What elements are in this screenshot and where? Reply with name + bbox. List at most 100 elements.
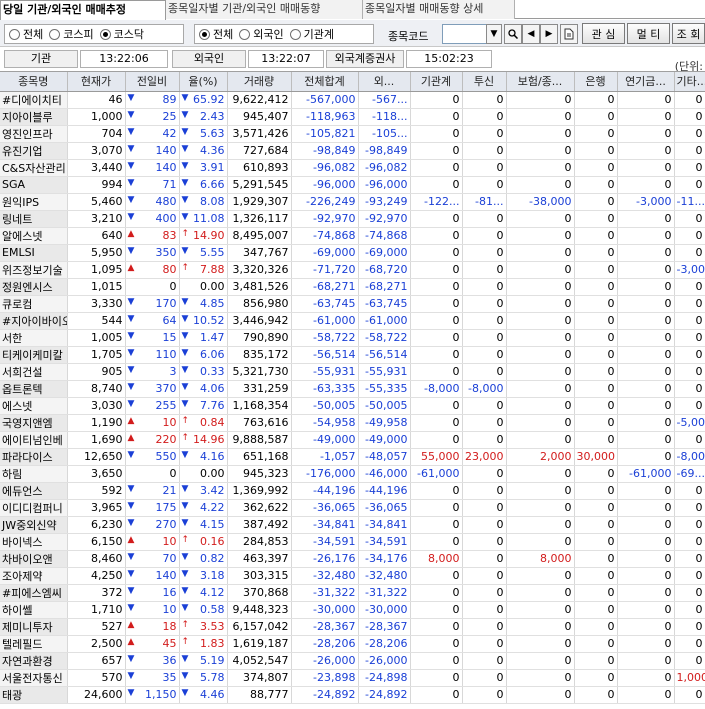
cell-stock-name: 서희건설 — [0, 363, 68, 381]
table-row[interactable]: 자연과환경 657 ▼ 36 ▼ 5.19 4,052,547 -26,000 -26,000 0… — [0, 652, 705, 670]
header-col-price[interactable]: 현재가 — [67, 72, 126, 92]
watchlist-button[interactable]: 관 심 — [582, 23, 625, 44]
investor-option-all[interactable]: 전체 — [199, 26, 233, 42]
change-value: 550 — [155, 450, 177, 463]
table-row[interactable]: 원익IPS 5,460 ▼ 480 ▼ 8.08 1,929,307 -226,249 -93,… — [0, 193, 705, 211]
table-row[interactable]: 서희건설 905 ▼ 3 ▼ 0.33 5,321,730 -55,931 -55,931 0 0 0… — [0, 363, 705, 381]
table-row[interactable]: 에듀언스 592 ▼ 21 ▼ 3.42 1,369,992 -44,196 -44,196 0 0… — [0, 482, 705, 500]
table-row[interactable]: 위즈정보기술 1,095 ▲ 80 ↑ 7.88 3,320,326 -71,720 -68,7… — [0, 261, 705, 279]
table-row[interactable]: 서한 1,005 ▼ 15 ▼ 1.47 790,890 -58,722 -58,722 0 0 0 0… — [0, 329, 705, 347]
header-col-institution[interactable]: 기관계 — [410, 72, 463, 92]
cell-total: -30,000 — [291, 601, 359, 619]
table-row[interactable]: 서울전자통신 570 ▼ 35 ▼ 5.78 374,807 -23,898 -24,898 0 0… — [0, 669, 705, 687]
down-arrow-icon: ▼ — [181, 314, 189, 324]
table-row[interactable]: 유진기업 3,070 ▼ 140 ▼ 4.36 727,684 -98,849 -98,849 0… — [0, 142, 705, 160]
rate-value: 0.33 — [200, 365, 225, 378]
change-value: 15 — [162, 331, 177, 344]
table-row[interactable]: 제미니투자 527 ▲ 18 ↑ 3.53 6,157,042 -28,367 -28,367 0… — [0, 618, 705, 636]
next-arrow-icon[interactable]: ▶ — [540, 24, 558, 44]
up-arrow-icon: ▲ — [127, 416, 135, 426]
cell-total: -28,367 — [291, 618, 359, 636]
cell-foreign: -28,367 — [358, 618, 411, 636]
header-col-name[interactable]: 종목명 — [0, 72, 68, 92]
table-row[interactable]: 정원엔시스 1,015 0 0.00 3,481,526 -68,271 -68,271 0 0… — [0, 278, 705, 296]
change-value: 70 — [162, 552, 177, 565]
table-row[interactable]: 바이넥스 6,150 ▲ 10 ↑ 0.16 284,853 -34,591 -34,591 0 0… — [0, 533, 705, 551]
table-row[interactable]: EMLSI 5,950 ▼ 350 ▼ 5.55 347,767 -69,000 -69,000… — [0, 244, 705, 262]
cell-pension: 0 — [617, 380, 675, 398]
table-row[interactable]: 링네트 3,210 ▼ 400 ▼ 11.08 1,326,117 -92,970 -92,97… — [0, 210, 705, 228]
cell-price: 3,330 — [67, 295, 126, 313]
cell-stock-name: 정원엔시스 — [0, 278, 68, 296]
dropdown-arrow-icon[interactable]: ▼ — [486, 24, 502, 44]
cell-trust: 0 — [462, 312, 507, 330]
tab-daily-trend[interactable]: 종목일자별 기관/외국인 매매동향 — [166, 0, 363, 19]
table-row[interactable]: 하림 3,650 0 0.00 945,323 -176,000 -46,000 -61,00… — [0, 465, 705, 483]
investor-option-foreign[interactable]: 외국인 — [239, 26, 284, 42]
header-col-etc[interactable]: 기타... — [674, 72, 705, 92]
header-col-rate[interactable]: 율(%) — [179, 72, 228, 92]
up-arrow-icon: ▲ — [127, 433, 135, 443]
change-value: 220 — [155, 433, 177, 446]
cell-pension: 0 — [617, 669, 675, 687]
table-row[interactable]: #피에스엠씨 372 ▼ 16 ▼ 4.12 370,868 -31,322 -31,322 0 0… — [0, 584, 705, 602]
table-row[interactable]: 국영지앤엠 1,190 ▲ 10 ↑ 0.84 763,616 -54,958 -49,958 0… — [0, 414, 705, 432]
up-arrow-icon: ↑ — [181, 229, 190, 239]
table-row[interactable]: 티케이케미칼 1,705 ▼ 110 ▼ 6.06 835,172 -56,514 -56,51… — [0, 346, 705, 364]
cell-bank: 0 — [574, 601, 618, 619]
cell-change: ▼ 89 — [125, 91, 180, 109]
cell-stock-name: 에이티넘인베 — [0, 431, 68, 449]
table-row[interactable]: SGA 994 ▼ 71 ▼ 6.66 5,291,545 -96,000 -96,000 0 0 0… — [0, 176, 705, 194]
cell-trust: 0 — [462, 669, 507, 687]
header-col-insurance[interactable]: 보험/종... — [506, 72, 575, 92]
cell-trust: 0 — [462, 278, 507, 296]
table-row[interactable]: JW중외신약 6,230 ▼ 270 ▼ 4.15 387,492 -34,841 -34,84… — [0, 516, 705, 534]
table-row[interactable]: 알에스넷 640 ▲ 83 ↑ 14.90 8,495,007 -74,868 -74,868 0… — [0, 227, 705, 245]
tab-daily-detail[interactable]: 종목일자별 매매동향 상세 — [363, 0, 515, 19]
table-row[interactable]: 텔레필드 2,500 ▲ 45 ↑ 1.83 1,619,187 -28,206 -28,206… — [0, 635, 705, 653]
table-row[interactable]: #디에이치티 46 ▼ 89 ▼ 65.92 9,622,412 -567,000 -567..… — [0, 91, 705, 109]
table-row[interactable]: 조아제약 4,250 ▼ 140 ▼ 3.18 303,315 -32,480 -32,480 0… — [0, 567, 705, 585]
table-row[interactable]: 하이쎌 1,710 ▼ 10 ▼ 0.58 9,448,323 -30,000 -30,000 0… — [0, 601, 705, 619]
table-row[interactable]: 태광 24,600 ▼ 1,150 ▼ 4.46 88,777 -24,892 -24,892 0… — [0, 686, 705, 704]
table-row[interactable]: 에이티넘인베 1,690 ▲ 220 ↑ 14.96 9,888,587 -49,000 -49… — [0, 431, 705, 449]
document-icon[interactable] — [560, 24, 578, 44]
market-option-all[interactable]: 전체 — [9, 26, 43, 42]
cell-pension: 0 — [617, 482, 675, 500]
rate-value: 4.22 — [200, 501, 225, 514]
table-row[interactable]: C&S자산관리 3,440 ▼ 140 ▼ 3.91 610,893 -96,082 -96,0… — [0, 159, 705, 177]
header-col-change[interactable]: 전일비 — [125, 72, 180, 92]
cell-bank: 0 — [574, 482, 618, 500]
cell-foreign: -74,868 — [358, 227, 411, 245]
tab-daily-estimate[interactable]: 당일 기관/외국인 매매추정 — [0, 0, 166, 20]
header-col-total[interactable]: 전체합계 — [291, 72, 359, 92]
header-col-pension[interactable]: 연기금... — [617, 72, 675, 92]
cell-foreign: -49,000 — [358, 431, 411, 449]
search-icon[interactable] — [504, 24, 522, 44]
table-row[interactable]: 영진인프라 704 ▼ 42 ▼ 5.63 3,571,426 -105,821 -105...… — [0, 125, 705, 143]
prev-arrow-icon[interactable]: ◀ — [522, 24, 540, 44]
market-option-kosdaq[interactable]: 코스닥 — [99, 26, 144, 42]
table-row[interactable]: 파라다이스 12,650 ▼ 550 ▼ 4.16 651,168 -1,057 -48,057… — [0, 448, 705, 466]
multi-button[interactable]: 멀 티 — [627, 23, 670, 44]
cell-insurance: 0 — [506, 635, 575, 653]
header-col-bank[interactable]: 은행 — [574, 72, 618, 92]
cell-trust: 0 — [462, 91, 507, 109]
cell-rate: ▼ 65.92 — [179, 91, 228, 109]
header-col-volume[interactable]: 거래량 — [227, 72, 292, 92]
table-row[interactable]: 옵트론텍 8,740 ▼ 370 ▼ 4.06 331,259 -63,335 -55,335-… — [0, 380, 705, 398]
header-col-trust[interactable]: 투신 — [462, 72, 507, 92]
investor-option-institution[interactable]: 기관계 — [289, 26, 334, 42]
market-option-kospi[interactable]: 코스피 — [49, 26, 94, 42]
cell-volume: 3,571,426 — [227, 125, 292, 143]
table-row[interactable]: 에스넷 3,030 ▼ 255 ▼ 7.76 1,168,354 -50,005 -50,005… — [0, 397, 705, 415]
table-row[interactable]: 차바이오앤 8,460 ▼ 70 ▼ 0.82 463,397 -26,176 -34,176 8… — [0, 550, 705, 568]
table-row[interactable]: #지아이바이오 544 ▼ 64 ▼ 10.52 3,446,942 -61,000 -61,0… — [0, 312, 705, 330]
header-col-foreign[interactable]: 외... — [358, 72, 411, 92]
cell-change: ▼ 175 — [125, 499, 180, 517]
table-row[interactable]: 이디디컴퍼니 3,965 ▼ 175 ▼ 4.22 362,622 -36,065 -36,06… — [0, 499, 705, 517]
table-row[interactable]: 큐로컴 3,330 ▼ 170 ▼ 4.85 856,980 -63,745 -63,745 0 0… — [0, 295, 705, 313]
cell-change: ▼ 3 — [125, 363, 180, 381]
table-row[interactable]: 지아이블루 1,000 ▼ 25 ▼ 2.43 945,407 -118,963 -118...… — [0, 108, 705, 126]
query-button[interactable]: 조 회 — [672, 23, 705, 44]
